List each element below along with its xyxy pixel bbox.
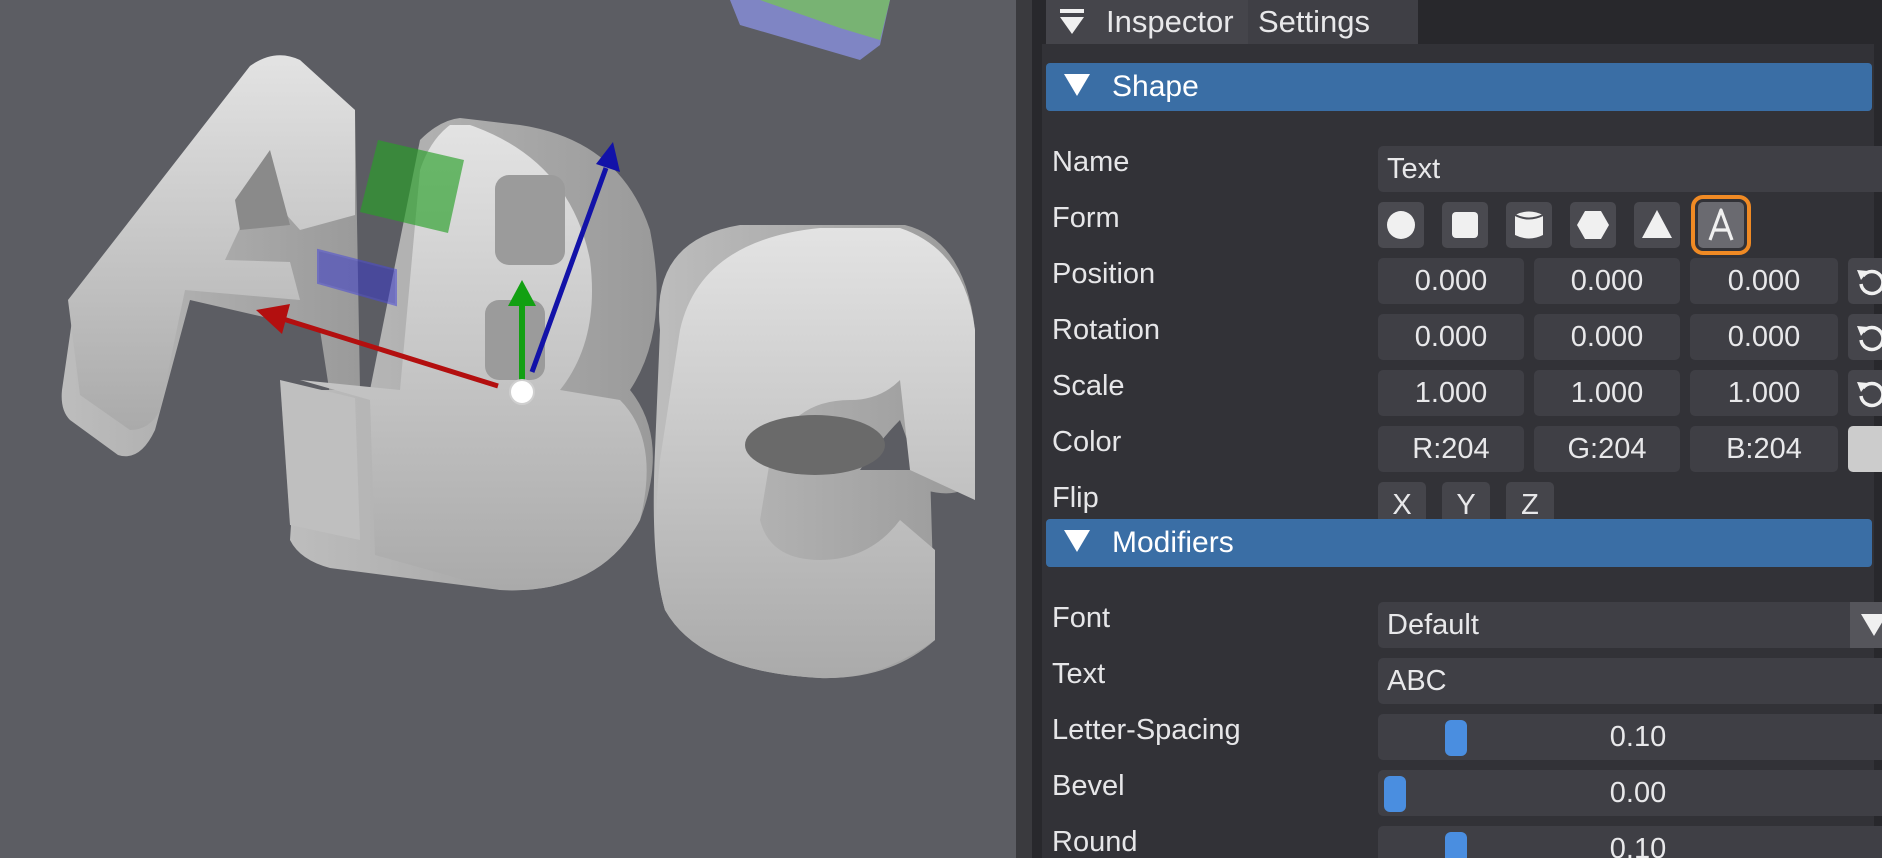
letter-spacing-value: 0.10 xyxy=(1609,721,1667,753)
modifiers-section-title: Modifiers xyxy=(1112,526,1234,559)
chevron-down-icon[interactable] xyxy=(1850,602,1882,648)
shape-section-title: Shape xyxy=(1112,70,1199,103)
round-value: 0.10 xyxy=(1609,833,1667,858)
bevel-slider[interactable]: 0.00 xyxy=(1378,770,1882,816)
cube-fragment xyxy=(730,0,890,60)
scale-reset-icon[interactable] xyxy=(1848,370,1882,416)
menu-icon[interactable] xyxy=(1046,0,1096,44)
name-label: Name xyxy=(1052,146,1130,178)
text-icon[interactable] xyxy=(1691,195,1751,255)
tab-inspector[interactable]: Inspector xyxy=(1096,0,1270,44)
rotation-x-field[interactable]: 0.000 xyxy=(1378,314,1524,360)
form-label: Form xyxy=(1052,202,1120,234)
scale-x-field[interactable]: 1.000 xyxy=(1378,370,1524,416)
color-swatch[interactable] xyxy=(1848,426,1882,472)
rotation-label: Rotation xyxy=(1052,314,1161,346)
color-label: Color xyxy=(1052,426,1122,458)
position-z-field[interactable]: 0.000 xyxy=(1690,258,1838,304)
viewport-splitter[interactable] xyxy=(1016,0,1032,858)
scale-label: Scale xyxy=(1052,370,1125,402)
bevel-value: 0.00 xyxy=(1609,777,1667,809)
scale-y-field[interactable]: 1.000 xyxy=(1534,370,1680,416)
inspector-content: Shape Name Text Form Position 0.000 0.00… xyxy=(1042,44,1882,858)
flip-label: Flip xyxy=(1052,482,1099,514)
rotation-y-field[interactable]: 0.000 xyxy=(1534,314,1680,360)
color-g-field[interactable]: G:204 xyxy=(1534,426,1680,472)
font-label: Font xyxy=(1052,602,1111,634)
inspector-panel: Inspector Settings Shape Name Text Form … xyxy=(1032,0,1882,858)
color-b-field[interactable]: B:204 xyxy=(1690,426,1838,472)
text-field[interactable]: ABC xyxy=(1378,658,1882,704)
cube-icon[interactable] xyxy=(1442,202,1488,248)
scale-z-field[interactable]: 1.000 xyxy=(1690,370,1838,416)
letter-spacing-label: Letter-Spacing xyxy=(1052,714,1241,746)
text-label: Text xyxy=(1052,658,1106,690)
round-label: Round xyxy=(1052,826,1138,858)
bevel-label: Bevel xyxy=(1052,770,1125,802)
gizmo-origin[interactable] xyxy=(509,379,535,405)
collapse-triangle-icon[interactable] xyxy=(1064,530,1090,553)
font-dropdown-value: Default xyxy=(1387,609,1479,641)
cylinder-icon[interactable] xyxy=(1506,202,1552,248)
rotation-reset-icon[interactable] xyxy=(1848,314,1882,360)
viewport-3d[interactable] xyxy=(0,0,1016,858)
hexagon-icon[interactable] xyxy=(1570,202,1616,248)
scene[interactable] xyxy=(0,0,1016,858)
tab-settings[interactable]: Settings xyxy=(1248,0,1418,44)
position-reset-icon[interactable] xyxy=(1848,258,1882,304)
name-field[interactable]: Text xyxy=(1378,146,1882,192)
letter-c-3d xyxy=(653,225,975,679)
letter-spacing-slider[interactable]: 0.10 xyxy=(1378,714,1882,760)
cone-icon[interactable] xyxy=(1634,202,1680,248)
tab-bar: Inspector Settings xyxy=(1032,0,1882,44)
position-y-field[interactable]: 0.000 xyxy=(1534,258,1680,304)
sphere-icon[interactable] xyxy=(1378,202,1424,248)
rotation-z-field[interactable]: 0.000 xyxy=(1690,314,1838,360)
font-dropdown[interactable]: Default xyxy=(1378,602,1882,648)
position-label: Position xyxy=(1052,258,1156,290)
position-x-field[interactable]: 0.000 xyxy=(1378,258,1524,304)
round-slider[interactable]: 0.10 xyxy=(1378,826,1882,858)
modifiers-section-header[interactable]: Modifiers xyxy=(1046,519,1872,567)
collapse-triangle-icon[interactable] xyxy=(1064,74,1090,97)
shape-section-header[interactable]: Shape xyxy=(1046,63,1872,111)
color-r-field[interactable]: R:204 xyxy=(1378,426,1524,472)
